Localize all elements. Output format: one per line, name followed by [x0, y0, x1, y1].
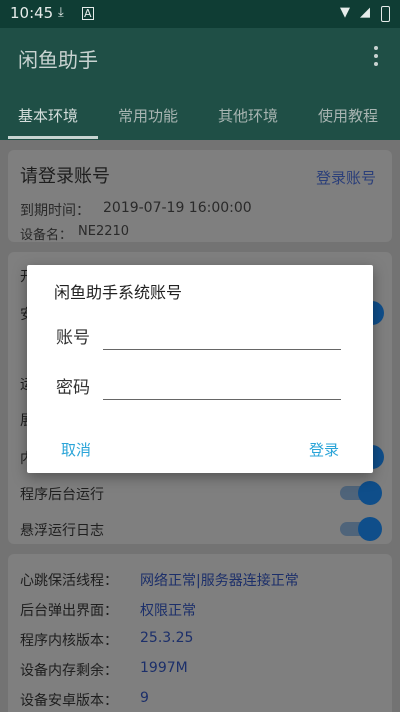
battery-icon — [381, 6, 390, 22]
cancel-button[interactable]: 取消 — [61, 439, 91, 460]
info-kernel-label: 程序内核版本： — [20, 633, 118, 649]
app-title: 闲鱼助手 — [18, 48, 98, 72]
info-kernel-value: 25.3.25 — [140, 630, 194, 646]
info-memory-value: 1997M — [140, 660, 188, 676]
setting-background-run-label: 程序后台运行 — [20, 487, 104, 503]
password-label: 密码 — [56, 378, 90, 398]
info-heartbeat-value: 网络正常|服务器连接正常 — [140, 573, 299, 589]
password-input[interactable] — [103, 374, 341, 400]
expire-value: 2019-07-19 16:00:00 — [103, 200, 252, 216]
login-card: 请登录账号 登录账号 到期时间： 2019-07-19 16:00:00 设备名… — [8, 150, 392, 243]
tab-tutorial[interactable]: 使用教程 — [318, 105, 378, 126]
info-memory-label: 设备内存剩余： — [20, 663, 118, 679]
tab-basic-env[interactable]: 基本环境 — [18, 105, 78, 126]
tab-bar: 基本环境 常用功能 其他环境 使用教程 — [0, 88, 400, 140]
info-heartbeat-label: 心跳保活线程： — [20, 573, 118, 589]
login-account-link[interactable]: 登录账号 — [316, 167, 376, 188]
info-popup-label: 后台弹出界面： — [20, 603, 118, 619]
login-status-title: 请登录账号 — [20, 166, 110, 187]
info-android-label: 设备安卓版本： — [20, 693, 118, 709]
signal-icon: ◢ — [360, 5, 370, 20]
font-icon: A — [82, 7, 94, 20]
login-dialog: 闲鱼助手系统账号 账号 密码 取消 登录 — [27, 265, 373, 473]
status-time: 10:45 — [10, 4, 54, 22]
tab-other-env[interactable]: 其他环境 — [218, 105, 278, 126]
tab-indicator — [8, 136, 98, 139]
background-run-toggle[interactable] — [340, 481, 382, 505]
status-bar: 10:45 ⤓ A ▼ ◢ — [0, 0, 400, 28]
floating-log-toggle[interactable] — [340, 517, 382, 541]
dialog-title: 闲鱼助手系统账号 — [54, 283, 183, 302]
tab-common-functions[interactable]: 常用功能 — [118, 105, 178, 126]
account-input[interactable] — [103, 324, 341, 350]
download-icon: ⤓ — [58, 5, 64, 20]
app-bar: 闲鱼助手 — [0, 28, 400, 88]
info-popup-value: 权限正常 — [140, 603, 196, 619]
wifi-icon: ▼ — [340, 5, 350, 20]
expire-label: 到期时间： — [20, 203, 90, 219]
device-value: NE2210 — [78, 224, 130, 239]
device-label: 设备名： — [20, 228, 73, 243]
account-label: 账号 — [56, 328, 90, 348]
more-vert-icon[interactable] — [366, 42, 386, 72]
info-android-value: 9 — [140, 690, 149, 706]
info-card: 心跳保活线程： 网络正常|服务器连接正常 后台弹出界面： 权限正常 程序内核版本… — [8, 554, 392, 712]
setting-floating-log-label: 悬浮运行日志 — [20, 523, 104, 539]
login-button[interactable]: 登录 — [309, 439, 339, 460]
